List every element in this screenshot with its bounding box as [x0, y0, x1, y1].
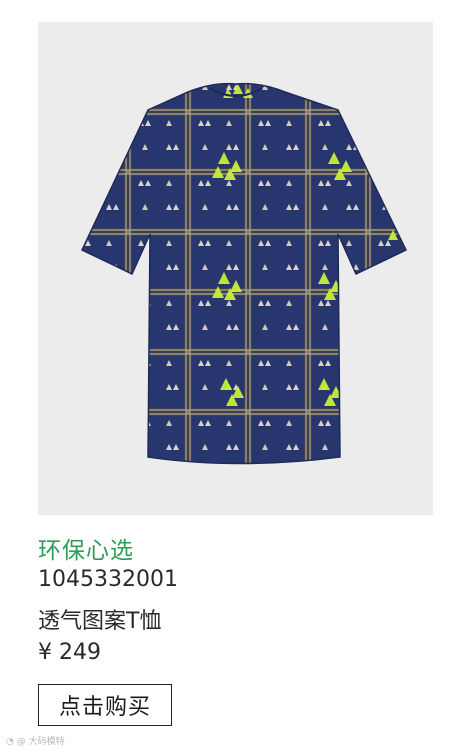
weibo-logo-icon: ◔ — [6, 737, 14, 747]
product-sku: 1045332001 — [38, 567, 178, 592]
product-card: 环保心选 1045332001 透气图案T恤 ¥ 249 点击购买 ◔ @ 大码… — [0, 0, 450, 751]
collection-label: 环保心选 — [38, 538, 134, 564]
product-image[interactable] — [38, 22, 433, 515]
watermark-text: @ 大码模特 — [16, 737, 65, 747]
buy-now-button[interactable]: 点击购买 — [38, 684, 172, 726]
tshirt-illustration — [38, 22, 433, 515]
product-price: ¥ 249 — [38, 640, 101, 665]
watermark: ◔ @ 大码模特 — [6, 734, 65, 747]
product-name: 透气图案T恤 — [38, 609, 162, 634]
